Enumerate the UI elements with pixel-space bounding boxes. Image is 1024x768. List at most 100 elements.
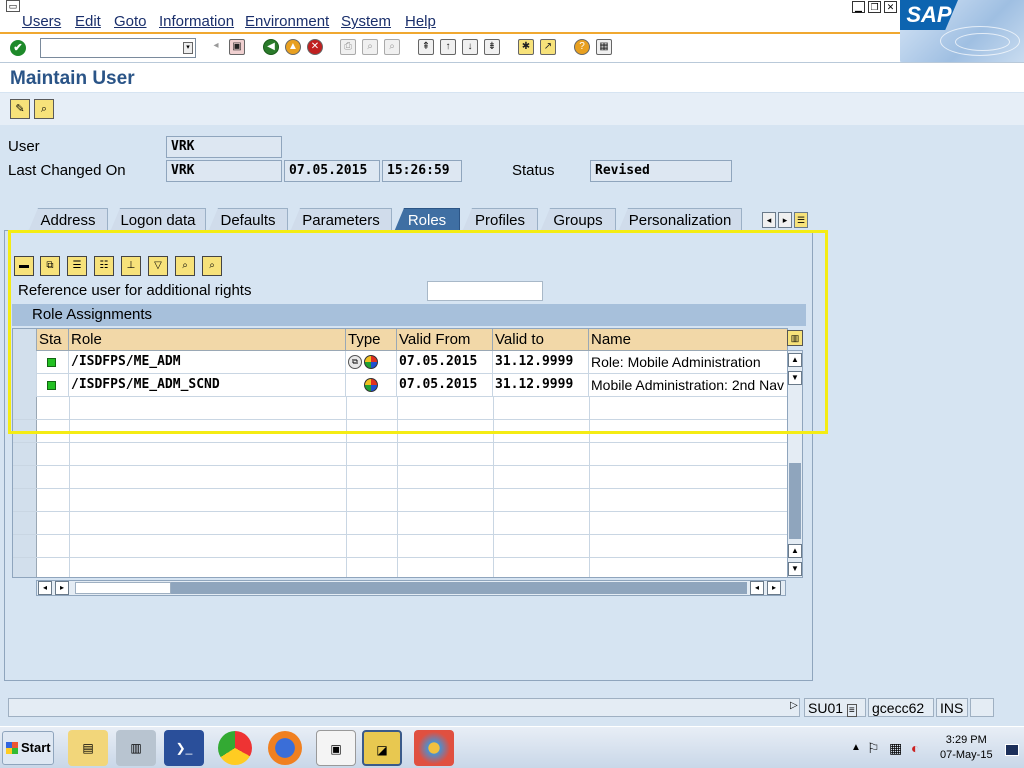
table-horizontal-scrollbar[interactable]: ◂ ▸ ◂ ▸ [36, 580, 786, 596]
menu-environment[interactable]: Environment [245, 13, 329, 30]
help-icon[interactable]: ? [574, 39, 590, 55]
logo-decoration [955, 33, 1010, 51]
network-icon[interactable]: ▦ [889, 740, 902, 757]
start-label: Start [21, 740, 51, 755]
horizontal-scroll-thumb[interactable] [75, 582, 171, 594]
enter-check-icon[interactable]: ✔ [10, 40, 26, 56]
tab-list-icon[interactable]: ☰ [794, 212, 808, 228]
status-expand-icon[interactable]: ▷ [790, 700, 798, 711]
scroll-left-end-icon[interactable]: ◂ [750, 581, 764, 595]
scroll-down-icon[interactable]: ▼ [788, 562, 802, 576]
command-field[interactable]: ▾ [40, 38, 196, 58]
last-changed-by-field: VRK [166, 160, 282, 182]
page-title: Maintain User [10, 68, 135, 89]
cancel-icon[interactable]: ✕ [307, 39, 323, 55]
last-changed-label: Last Changed On [8, 162, 126, 179]
close-button[interactable]: ✕ [884, 1, 897, 13]
menu-bar: ▭ Users Edit Goto Information Environmen… [0, 0, 1024, 32]
scroll-right-end-icon[interactable]: ▸ [767, 581, 781, 595]
empty-table-row[interactable] [13, 466, 787, 489]
first-page-icon[interactable]: ⇞ [418, 39, 434, 55]
display-change-icon[interactable]: ✎ [10, 99, 30, 119]
separator-arrow-icon: ◂ [213, 40, 219, 51]
tab-logon-data[interactable]: Logon data [110, 208, 206, 232]
create-shortcut-icon[interactable]: ↗ [540, 39, 556, 55]
highlight-box [8, 230, 828, 434]
server-manager-icon[interactable]: ▥ [116, 730, 156, 766]
scroll-right-icon[interactable]: ▸ [55, 581, 69, 595]
user-field: VRK [166, 136, 282, 158]
tab-scroll-left-icon[interactable]: ◂ [762, 212, 776, 228]
status-bar: ▷ SU01 ≡ gcecc62 INS [0, 698, 1024, 718]
windows-logo-icon [6, 742, 18, 754]
tab-groups[interactable]: Groups [540, 208, 616, 232]
next-page-icon[interactable]: ↓ [462, 39, 478, 55]
system-tray: ▲ ⚐ ▦ ◐ 3:29 PM 07-May-15 [845, 730, 1024, 768]
tab-scroll-right-icon[interactable]: ▸ [778, 212, 792, 228]
sap-logo: SAP [900, 0, 1024, 62]
last-page-icon[interactable]: ⇟ [484, 39, 500, 55]
exit-icon[interactable]: ▲ [285, 39, 301, 55]
sap-gui-icon[interactable]: ◪ [362, 730, 402, 766]
empty-table-row[interactable] [13, 558, 787, 577]
tab-address[interactable]: Address [28, 208, 108, 232]
standard-toolbar: ✔ ▾ ◂ ▣ ◀ ▲ ✕ ⎙ ⌕ ⌕ ⇞ ↑ ↓ ⇟ ✱ ↗ ? ▦ [0, 32, 900, 62]
user-label: User [8, 138, 40, 155]
session-info-icon[interactable]: ≡ [846, 704, 857, 717]
windows-taskbar: Start ▤ ▥ ❯_ ▣ ◪ ▲ ⚐ ▦ ◐ 3:29 PM 07-May-1… [0, 726, 1024, 768]
empty-table-row[interactable] [13, 489, 787, 512]
layout-menu-icon[interactable]: ▦ [596, 39, 612, 55]
action-center-icon[interactable]: ⚐ [867, 740, 880, 757]
restore-button[interactable]: ❐ [868, 1, 881, 13]
input-mode-field[interactable]: INS [936, 698, 968, 717]
empty-table-row[interactable] [13, 443, 787, 466]
clock[interactable]: 3:29 PM 07-May-15 [940, 733, 993, 763]
show-desktop-icon[interactable] [1005, 744, 1019, 756]
clock-date: 07-May-15 [940, 749, 993, 761]
previous-page-icon[interactable]: ↑ [440, 39, 456, 55]
scroll-left-icon[interactable]: ◂ [38, 581, 52, 595]
minimize-button[interactable]: ▁ [852, 1, 865, 13]
empty-table-row[interactable] [13, 512, 787, 535]
powershell-icon[interactable]: ❯_ [164, 730, 204, 766]
show-hidden-icons-icon[interactable]: ▲ [851, 742, 861, 753]
paint-icon[interactable] [414, 730, 454, 766]
save-icon[interactable]: ▣ [229, 39, 245, 55]
system-menu-icon[interactable]: ▭ [6, 0, 20, 12]
tab-profiles[interactable]: Profiles [462, 208, 538, 232]
volume-muted-icon[interactable]: ◐ [911, 740, 919, 756]
sap-logon-icon[interactable]: ▣ [316, 730, 356, 766]
firefox-icon[interactable] [268, 731, 302, 765]
explorer-icon[interactable]: ▤ [68, 730, 108, 766]
tab-parameters[interactable]: Parameters [290, 208, 392, 232]
tab-roles[interactable]: Roles [394, 208, 460, 232]
tab-defaults[interactable]: Defaults [208, 208, 288, 232]
menu-system[interactable]: System [341, 13, 391, 30]
tab-personalization[interactable]: Personalization [618, 208, 742, 232]
message-area [8, 698, 800, 717]
print-icon[interactable]: ⎙ [340, 39, 356, 55]
tab-strip: Address Logon data Defaults Parameters R… [10, 208, 810, 232]
transaction-field: SU01 ≡ [804, 698, 866, 717]
start-button[interactable]: Start [2, 731, 54, 765]
back-icon[interactable]: ◀ [263, 39, 279, 55]
vertical-scroll-thumb[interactable] [789, 463, 801, 539]
other-user-icon[interactable]: ⌕ [34, 99, 54, 119]
sap-logo-text: SAP [900, 0, 958, 30]
menu-users[interactable]: Users [22, 13, 61, 30]
find-icon[interactable]: ⌕ [362, 39, 378, 55]
status-label: Status [512, 162, 555, 179]
horizontal-scroll-track[interactable] [171, 582, 747, 594]
clock-time: 3:29 PM [945, 734, 987, 746]
menu-information[interactable]: Information [159, 13, 234, 30]
title-bar: Maintain User [0, 62, 1024, 92]
menu-help[interactable]: Help [405, 13, 436, 30]
find-next-icon[interactable]: ⌕ [384, 39, 400, 55]
create-session-icon[interactable]: ✱ [518, 39, 534, 55]
empty-table-row[interactable] [13, 535, 787, 558]
scroll-page-up-icon[interactable]: ▲ [788, 544, 802, 558]
menu-goto[interactable]: Goto [114, 13, 147, 30]
chrome-icon[interactable] [218, 731, 252, 765]
menu-edit[interactable]: Edit [75, 13, 101, 30]
command-history-icon[interactable]: ▾ [183, 42, 193, 54]
